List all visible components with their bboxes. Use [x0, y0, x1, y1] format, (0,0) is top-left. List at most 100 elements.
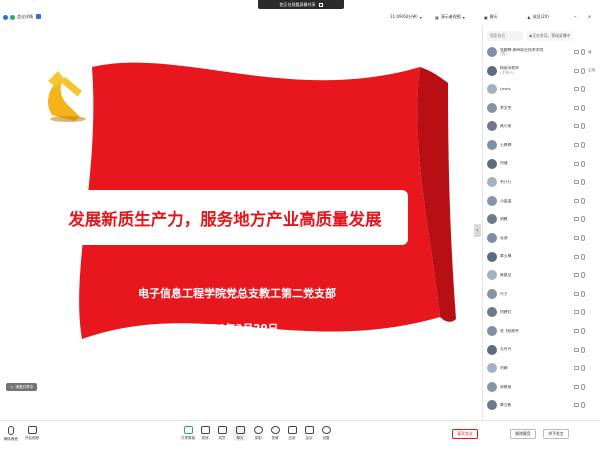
mic-muted-icon[interactable] — [581, 67, 585, 74]
mic-muted-icon[interactable] — [581, 365, 585, 372]
camera-off-icon[interactable] — [574, 403, 579, 408]
member-row[interactable]: 周晓丽 — [487, 380, 597, 394]
unmute-all-button[interactable]: 解除静音 — [510, 429, 536, 439]
member-row[interactable]: Lewis — [487, 82, 597, 96]
avatar — [487, 214, 497, 225]
mic-muted-icon[interactable] — [581, 104, 585, 111]
avatar — [487, 251, 497, 262]
camera-off-icon[interactable] — [574, 384, 579, 389]
apps-icon — [287, 426, 297, 434]
camera-off-icon[interactable] — [574, 273, 579, 278]
security-indicator[interactable] — [36, 14, 41, 19]
tab-chat[interactable]: ▣ 聊天 — [484, 14, 498, 20]
mic-muted-icon[interactable] — [581, 328, 585, 334]
video-button[interactable]: 开启视频 — [25, 426, 39, 441]
camera-off-icon[interactable] — [574, 366, 579, 371]
member-name-block: 孔丹丹 — [500, 347, 574, 351]
reactions-button[interactable]: 表情 — [268, 426, 282, 441]
mic-muted-icon[interactable] — [581, 383, 585, 390]
tab-members[interactable]: ♟ 成员(20) — [527, 14, 549, 20]
mic-muted-icon[interactable] — [581, 49, 585, 55]
member-row[interactable]: 张婉婷-柳州职业技术学院 (我) 我 — [487, 45, 597, 59]
mic-muted-icon[interactable] — [581, 197, 585, 204]
chevron-down-icon: ▾ — [419, 14, 422, 20]
member-row[interactable]: 马盈盈 — [487, 194, 597, 208]
member-row[interactable]: 韦只行 — [487, 175, 597, 189]
member-name-block: 李文杰 — [500, 106, 574, 110]
member-row[interactable]: 张飞翔老师 — [487, 324, 597, 338]
member-row[interactable]: 吴迪 — [487, 231, 597, 245]
member-row[interactable]: 何晓红 — [487, 305, 597, 319]
camera-off-icon[interactable] — [574, 68, 579, 73]
member-row[interactable]: 黄晨呈 — [487, 268, 597, 282]
member-row[interactable]: 李文杰 — [487, 101, 597, 115]
member-row[interactable]: 王婷婷 — [487, 138, 597, 152]
camera-off-icon[interactable] — [574, 217, 579, 222]
meeting-button[interactable]: 会议 — [302, 426, 316, 441]
member-name-block: 杨丽萍老师 (主持人) — [500, 66, 574, 75]
camera-off-icon[interactable] — [574, 329, 579, 333]
mic-muted-icon[interactable] — [581, 272, 585, 279]
member-row[interactable]: 孔丹丹 — [487, 343, 597, 357]
camera-off-icon[interactable] — [574, 50, 579, 54]
members-button[interactable]: 成员 — [215, 426, 229, 441]
member-row[interactable]: 胡敏 — [487, 212, 597, 226]
mute-button[interactable]: 解除静音 — [4, 426, 18, 442]
member-row[interactable]: 覃立新 — [487, 398, 597, 412]
mic-muted-icon[interactable] — [581, 160, 585, 167]
member-row[interactable]: 覃玉梅 — [487, 250, 597, 264]
lock-icon — [36, 14, 41, 19]
camera-off-icon[interactable] — [574, 105, 579, 110]
network-status[interactable]: 11:09(60分钟) ▾ — [390, 14, 422, 20]
camera-off-icon[interactable] — [574, 198, 579, 203]
camera-off-icon[interactable] — [574, 310, 579, 315]
mic-muted-icon[interactable] — [581, 123, 585, 130]
invite-button[interactable]: 邀请 — [198, 426, 212, 441]
sharing-status-chip[interactable]: ▭ 观看共享中 — [6, 383, 38, 391]
raise-hand-button[interactable]: 举手发言 — [543, 429, 569, 439]
minimize-icon: ─ — [574, 14, 577, 19]
member-row[interactable]: 刘静 — [487, 361, 597, 375]
mic-muted-icon[interactable] — [581, 179, 585, 186]
camera-off-icon[interactable] — [574, 291, 579, 296]
settings-button[interactable]: 设置 — [319, 426, 333, 441]
mic-muted-icon[interactable] — [581, 402, 585, 409]
camera-off-icon[interactable] — [574, 236, 579, 240]
camera-off-icon[interactable] — [574, 161, 579, 166]
camera-off-icon[interactable] — [574, 254, 579, 259]
share-screen-button[interactable]: 共享屏幕 — [181, 426, 195, 441]
network-text: 11:09(60分钟) — [390, 14, 418, 19]
camera-off-icon[interactable] — [574, 347, 579, 352]
leave-meeting-button[interactable]: 离开会议 — [452, 429, 478, 439]
member-name: 胡敏 — [500, 217, 508, 222]
close-button[interactable]: ✕ — [588, 14, 591, 19]
mic-muted-icon[interactable] — [581, 216, 585, 223]
search-input[interactable]: 搜索成员 — [487, 30, 523, 41]
camera-off-icon[interactable] — [574, 87, 579, 92]
meeting-info-button[interactable]: 会议详情 — [3, 14, 33, 20]
member-name: 周晓丽 — [500, 384, 512, 389]
mic-muted-icon[interactable] — [581, 142, 585, 148]
member-name-block: 张飞翔老师 — [500, 329, 574, 333]
mic-muted-icon[interactable] — [581, 86, 585, 93]
member-name: 李文杰 — [500, 105, 512, 110]
collapse-panel-button[interactable]: ‹ — [474, 224, 481, 237]
member-row[interactable]: 刘瑾 — [487, 157, 597, 171]
minimize-button[interactable]: ─ — [574, 14, 576, 19]
mic-muted-icon[interactable] — [581, 309, 585, 316]
member-row[interactable]: 兴子 — [487, 287, 597, 301]
member-row[interactable]: 黄小泉 — [487, 119, 597, 133]
apps-button[interactable]: 应用 — [285, 426, 299, 441]
camera-off-icon[interactable] — [574, 124, 579, 129]
fullscreen-icon[interactable] — [318, 2, 323, 7]
record-button[interactable]: 录制 — [251, 426, 265, 441]
mic-muted-icon[interactable] — [581, 253, 585, 260]
mic-muted-icon[interactable] — [581, 235, 585, 241]
member-row[interactable]: 杨丽萍老师 (主持人) 主持 — [487, 64, 597, 78]
camera-off-icon[interactable] — [574, 143, 579, 147]
view-switch-button[interactable]: ▦ 演示者视图 ▾ — [435, 14, 465, 20]
mic-muted-icon[interactable] — [581, 346, 585, 353]
camera-off-icon[interactable] — [574, 180, 579, 185]
mic-muted-icon[interactable] — [581, 290, 585, 297]
chat-button[interactable]: 聊天 — [233, 426, 247, 441]
